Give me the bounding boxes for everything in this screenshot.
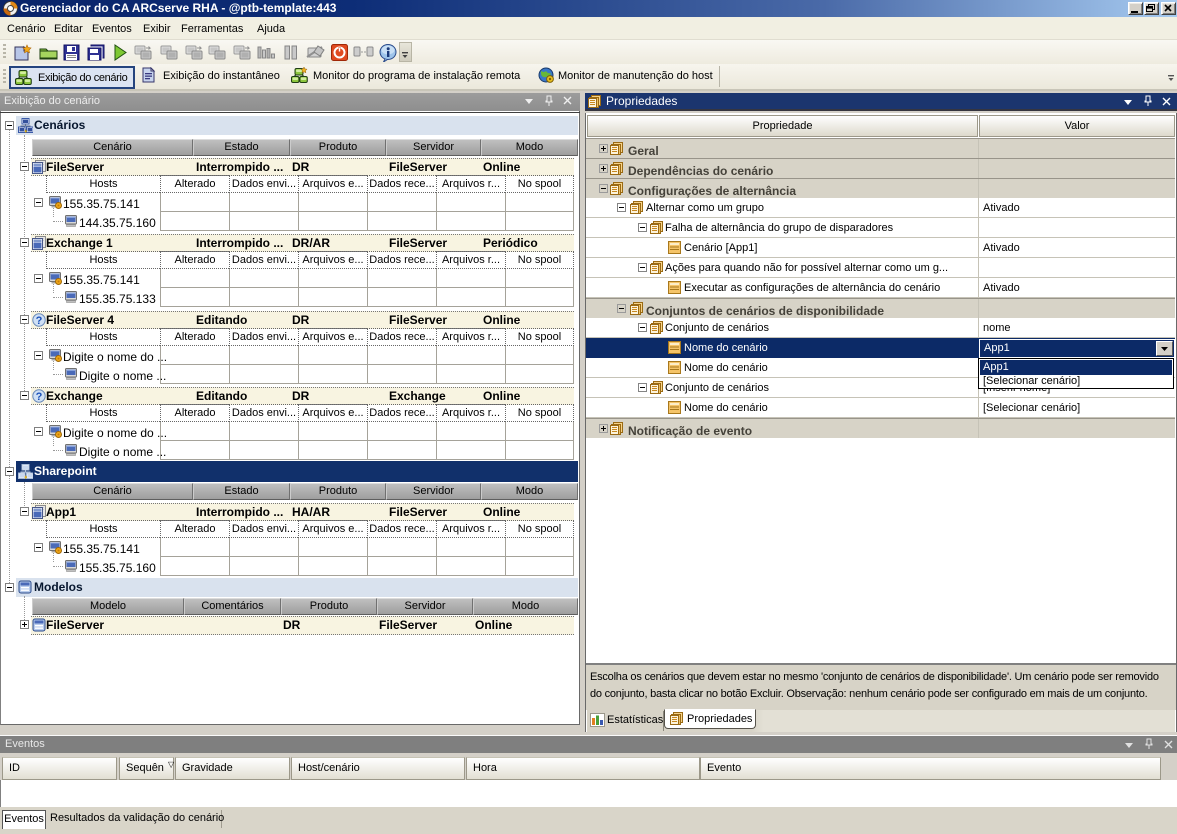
svg-text:?: ? bbox=[36, 391, 43, 403]
svg-text:?: ? bbox=[36, 315, 43, 327]
